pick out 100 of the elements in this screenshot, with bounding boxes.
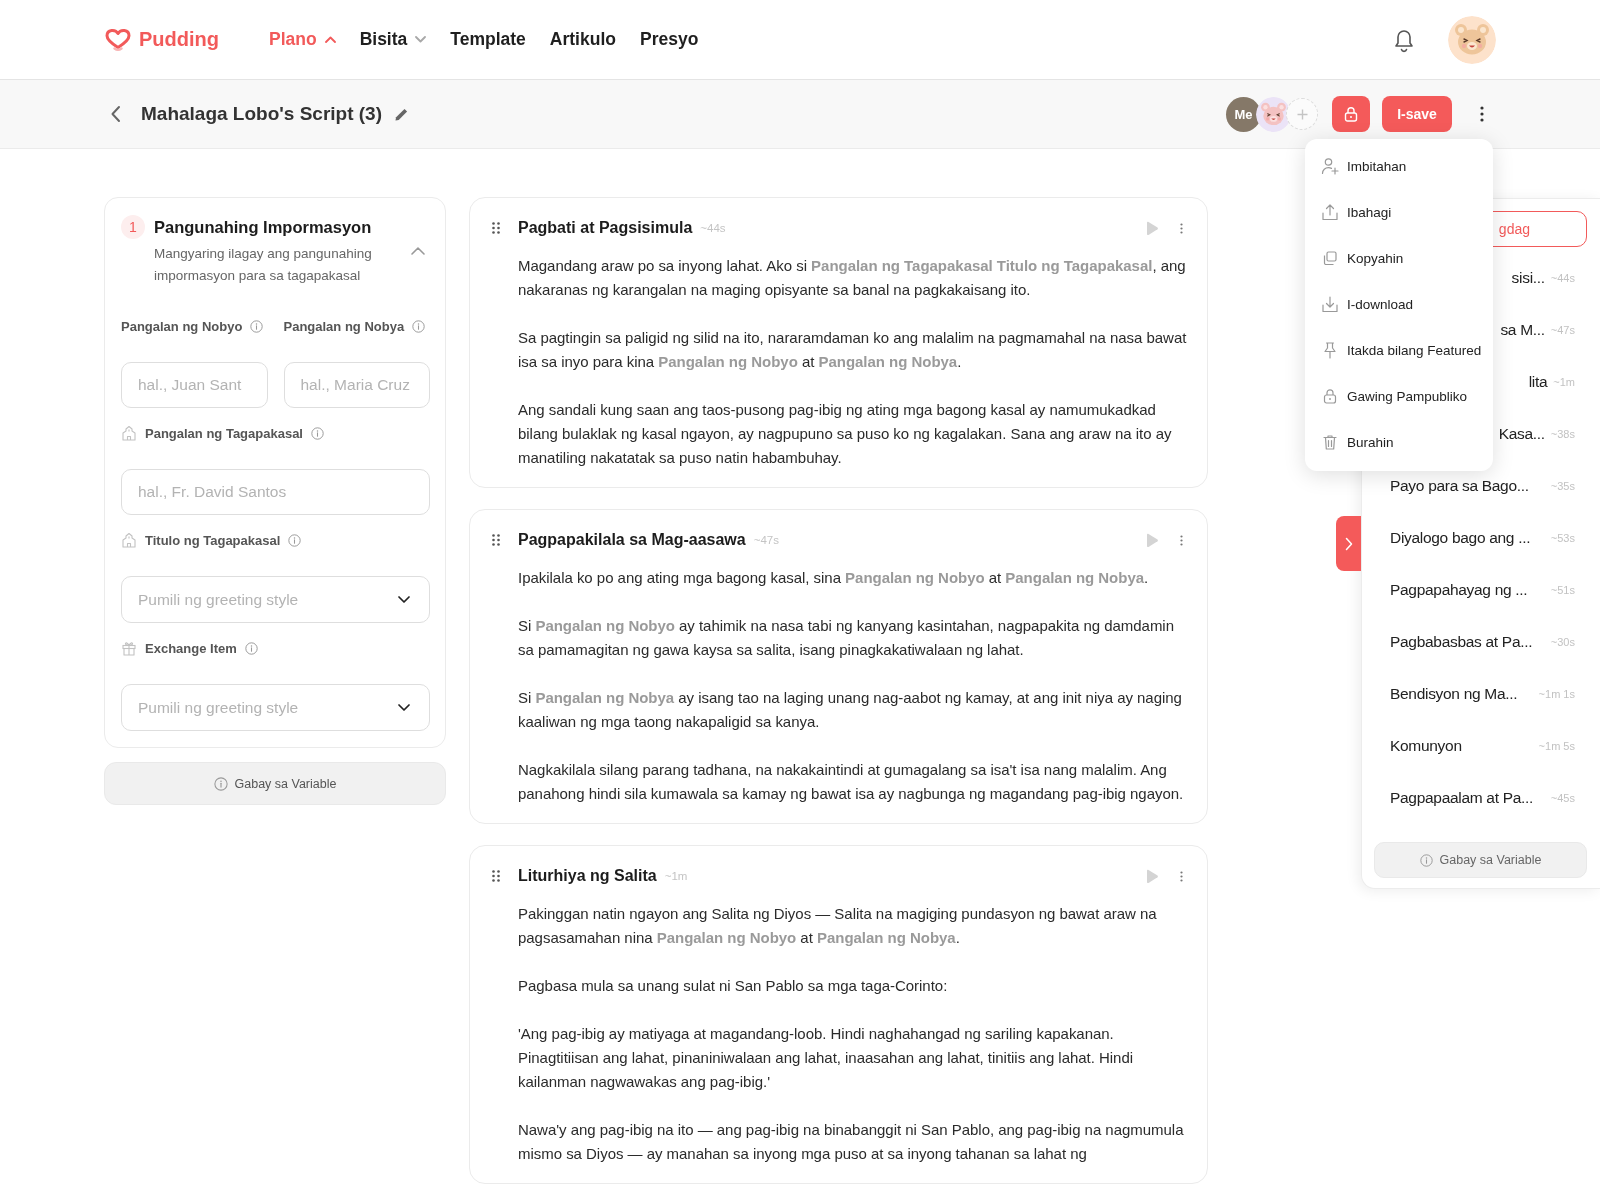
- variable-guide-button[interactable]: Gabay sa Variable: [1374, 842, 1587, 878]
- duration-label: ~1m 5s: [1538, 740, 1575, 752]
- collapse-tab[interactable]: [1336, 516, 1361, 571]
- info-icon: [213, 776, 228, 791]
- outline-item[interactable]: lita: [1528, 373, 1548, 391]
- text-input[interactable]: hal., Fr. David Santos: [121, 469, 430, 515]
- gift-icon: [121, 640, 137, 656]
- outline-item[interactable]: Kasa...: [1498, 425, 1545, 443]
- grip-dots-icon[interactable]: [492, 870, 500, 882]
- heart-icon: [104, 27, 132, 52]
- field-label: Pangalan ng Nobya: [283, 318, 405, 334]
- form-title: Pangunahing Impormasyon: [154, 217, 373, 238]
- outline-item[interactable]: Diyalogo bago ang ...: [1390, 529, 1531, 547]
- script-paragraph: Pakinggan natin ngayon ang Salita ng Diyos — Salita na magiging pundasyon ng bawat araw na pagsasamahan nina Pangalan ng Nobyo at Pangalan ng Nobya.: [518, 904, 1158, 948]
- outline-item[interactable]: Pagbabasbas at Pa...: [1390, 633, 1533, 651]
- outline-item[interactable]: Bendisyon ng Ma...: [1390, 685, 1518, 703]
- upload-icon: [1321, 203, 1339, 221]
- script-paragraph: Si Pangalan ng Nobyo ay tahimik na nasa tabi ng kanyang kasintahan, nagpapakita ng damdamin sa pamamagitan ng gawa kaysa sa salita, isang pinagkakatiwalaan ng lahat.: [518, 616, 1175, 660]
- lock-icon: [1321, 387, 1339, 405]
- outline-item[interactable]: Komunyon: [1390, 737, 1462, 755]
- menu-item[interactable]: Burahin: [1305, 419, 1493, 465]
- pencil-icon[interactable]: [394, 106, 409, 122]
- menu-item[interactable]: Ibahagi: [1305, 189, 1493, 235]
- outline-item[interactable]: Pagpapahayag ng ...: [1390, 581, 1528, 599]
- duration-label: ~44s: [700, 222, 726, 234]
- menu-item[interactable]: Gawing Pampubliko: [1305, 373, 1493, 419]
- download-icon: [1321, 295, 1339, 313]
- collaborator-avatar: Me: [1226, 96, 1261, 132]
- info-icon: [250, 319, 264, 333]
- script-paragraph: Ang sandali kung saan ang taos-pusong pag-ibig ng ating mga bagong kasal ay namumukadkad bilang bulaklak ng kasal ngayon, ay nagpupuno sa puso ko ng kagalakan. Sana ang araw na ito ay manatiling nakatatak sa puso natin habambuhay.: [518, 400, 1173, 468]
- vertical-dots-icon[interactable]: [1180, 870, 1183, 882]
- script-paragraph: Sa pagtingin sa paligid ng silid na ito, nararamdaman ko ang malalim na pagmamahal na nasa bawat isa sa inyo para kina Pangalan ng Nobyo at Pangalan ng Nobya.: [518, 328, 1188, 372]
- text-input[interactable]: hal., Maria Cruz: [283, 362, 430, 408]
- section-title: Pagpapakilala sa Mag-aasawa: [518, 531, 746, 549]
- field-label: Pangalan ng Nobyo: [121, 318, 243, 334]
- outline-item[interactable]: Payo para sa Bago...: [1390, 477, 1529, 495]
- info-icon: [244, 641, 258, 655]
- chevron-right-icon: [1344, 536, 1353, 551]
- duration-label: ~1m: [1553, 376, 1575, 388]
- info-icon: [412, 319, 426, 333]
- duration-label: ~38s: [1550, 428, 1575, 440]
- field-label: Pangalan ng Tagapakasal: [145, 425, 303, 441]
- section-title: Liturhiya ng Salita: [518, 867, 657, 885]
- script-paragraph: Si Pangalan ng Nobya ay isang tao na laging unang nag-aabot ng kamay, at ang init niya ay naging kaaliwan ng mga taong nakapaligid sa kanya.: [518, 688, 1183, 732]
- script-title: Mahalaga Lobo's Script (3): [141, 103, 382, 125]
- vertical-dots-icon[interactable]: [1180, 222, 1183, 234]
- outline-item[interactable]: sisi...: [1511, 269, 1545, 287]
- user-plus-icon: [1321, 157, 1339, 175]
- form-description: Mangyaring ilagay ang pangunahing impormasyon para sa tagapakasal: [154, 245, 373, 285]
- outline-item[interactable]: sa M...: [1500, 321, 1545, 339]
- duration-label: ~47s: [753, 534, 779, 546]
- duration-label: ~1m: [664, 870, 688, 882]
- info-icon: [1419, 853, 1433, 867]
- vertical-dots-icon[interactable]: [1480, 106, 1484, 122]
- nav-link[interactable]: Template: [450, 29, 526, 50]
- duration-label: ~45s: [1550, 792, 1575, 804]
- grip-dots-icon[interactable]: [492, 222, 500, 234]
- script-paragraph: Nagkakilala silang parang tadhana, na nakakaintindi at gumagalang sa isa't isa nang malalim. Ang panahong hindi sila kumawala sa kamay ng bawat isa ay nagbunga ng magandang pag-ibig ngayon.: [518, 760, 1185, 804]
- menu-item[interactable]: Imbitahan: [1305, 143, 1493, 189]
- menu-item[interactable]: I-download: [1305, 281, 1493, 327]
- section-title: Pagbati at Pagsisimula: [518, 219, 693, 237]
- chevron-up-icon: [324, 36, 336, 43]
- duration-label: ~1m 1s: [1538, 688, 1575, 700]
- plus-icon: [1296, 108, 1308, 120]
- chevron-left-icon[interactable]: [110, 105, 122, 123]
- menu-item[interactable]: Itakda bilang Featured: [1305, 327, 1493, 373]
- nav-link[interactable]: Artikulo: [549, 29, 616, 50]
- outline-item[interactable]: Pagpapaalam at Pa...: [1390, 789, 1534, 807]
- chevron-down-icon: [398, 704, 410, 711]
- duration-label: ~47s: [1550, 324, 1575, 336]
- text-input[interactable]: hal., Juan Sant: [121, 362, 268, 408]
- duration-label: ~44s: [1550, 272, 1575, 284]
- building-icon: [121, 425, 137, 441]
- vertical-dots-icon[interactable]: [1180, 534, 1183, 546]
- script-paragraph: 'Ang pag-ibig ay matiyaga at magandang-loob. Hindi naghahangad ng sariling kapakanan. Pinagtitiisan ang lahat, pinaniniwalaan ang lahat, inaasahan ang lahat, tinitiis ang lahat. Hindi kailanman nagwawakas ang pag-ibig.': [518, 1024, 1135, 1092]
- building-icon: [121, 532, 137, 548]
- chevron-up-icon[interactable]: [411, 247, 425, 255]
- nav-link[interactable]: Bisita: [359, 29, 427, 50]
- chevron-down-icon: [415, 36, 427, 43]
- bear-avatar: [1256, 96, 1291, 132]
- copy-icon: [1321, 249, 1339, 267]
- duration-label: ~35s: [1550, 480, 1575, 492]
- info-icon: [288, 533, 302, 547]
- info-icon: [311, 426, 324, 440]
- script-paragraph: Pagbasa mula sa unang sulat ni San Pablo sa mga taga-Corinto:: [518, 976, 949, 996]
- field-label: Exchange Item: [145, 640, 237, 656]
- duration-label: ~53s: [1550, 532, 1575, 544]
- step-number: 1: [121, 215, 145, 239]
- pin-icon: [1321, 341, 1339, 359]
- chevron-down-icon: [398, 596, 410, 603]
- script-paragraph: Nawa'y ang pag-ibig na ito — ang pag-ibig na binabanggit ni San Pablo, ang pag-ibig na nagmumula mismo sa Diyos — ay manahan sa inyong mga puso at sa inyong tahanan sa lahat ng: [518, 1120, 1185, 1164]
- duration-label: ~30s: [1550, 636, 1575, 648]
- duration-label: ~51s: [1550, 584, 1575, 596]
- field-label: Titulo ng Tagapakasal: [145, 532, 281, 548]
- lock-button[interactable]: [1332, 96, 1370, 132]
- trash-icon: [1321, 433, 1339, 451]
- menu-item[interactable]: Kopyahin: [1305, 235, 1493, 281]
- grip-dots-icon[interactable]: [492, 534, 500, 546]
- variable-guide-button[interactable]: Gabay sa Variable: [104, 762, 446, 805]
- nav-link[interactable]: Presyo: [639, 29, 699, 50]
